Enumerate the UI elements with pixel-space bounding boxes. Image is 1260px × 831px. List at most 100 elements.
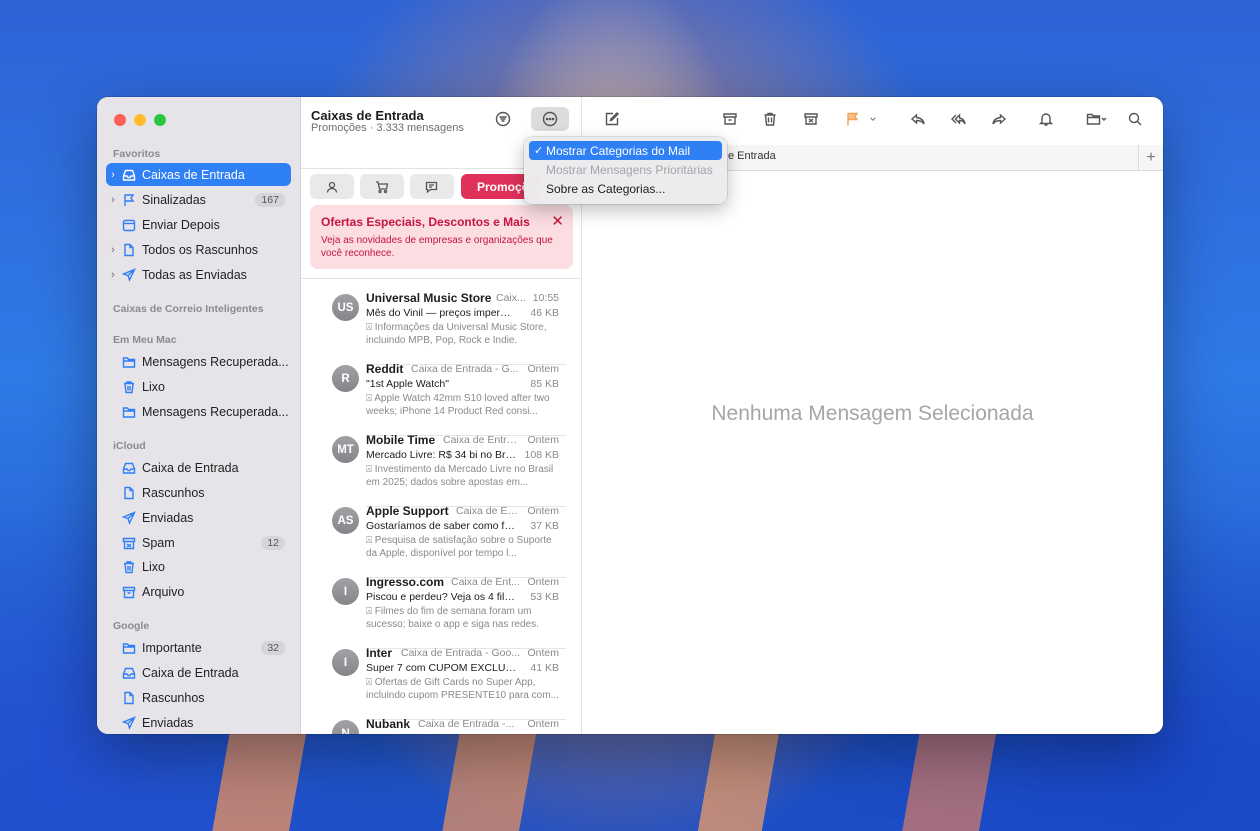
chevron-right-icon[interactable]: ›	[106, 244, 120, 256]
more-options-button[interactable]	[531, 107, 569, 131]
reply-icon	[910, 113, 925, 125]
message-preview-text: Informações da Universal Music Store, in…	[366, 322, 547, 346]
junk-icon	[804, 113, 818, 125]
zoom-window-button[interactable]	[154, 114, 166, 126]
message-mailbox: Caixa de Entrada -...	[418, 718, 515, 730]
summary-icon: ⍓	[366, 606, 375, 617]
sidebar-item-mensagens-recuperadas-2[interactable]: Mensagens Recuperada...	[106, 400, 291, 423]
message-row[interactable]: R Reddit Caixa de Entrada - G... Ontem "…	[301, 362, 581, 436]
tray-icon	[122, 168, 136, 182]
sidebar-item-icloud-enviadas[interactable]: Enviadas	[106, 506, 291, 529]
sidebar-item-google-caixa-de-entrada[interactable]: Caixa de Entrada	[106, 661, 291, 684]
message-sender: Reddit	[366, 362, 404, 376]
sidebar-item-google-rascunhos[interactable]: Rascunhos	[106, 686, 291, 709]
forward-icon	[992, 113, 1007, 125]
new-tab-button[interactable]: +	[1138, 145, 1163, 170]
message-mailbox: Caixa de Ent...	[451, 576, 520, 588]
compose-button[interactable]	[598, 107, 626, 131]
message-row[interactable]: N Nubank Caixa de Entrada -... Ontem	[301, 717, 581, 734]
junk-button[interactable]	[797, 107, 825, 131]
message-time: 10:55	[532, 292, 559, 304]
close-icon[interactable]: ✕	[551, 212, 564, 230]
sidebar-item-icloud-spam[interactable]: Spam 12	[106, 531, 291, 554]
sidebar-item-label: Enviadas	[142, 715, 194, 730]
wallpaper-rays	[0, 731, 1260, 831]
promo-card-text: Veja as novidades de empresas e organiza…	[321, 235, 553, 259]
sidebar-item-icloud-lixo[interactable]: Lixo	[106, 555, 291, 578]
promo-card-title: Ofertas Especiais, Descontos e Mais	[321, 215, 530, 229]
flag-icon	[122, 193, 136, 207]
section-em-meu-mac: Em Meu Mac	[113, 334, 177, 346]
flag-button[interactable]	[839, 107, 867, 131]
message-preview: ⍓ Informações da Universal Music Store, …	[366, 322, 561, 347]
close-window-button[interactable]	[114, 114, 126, 126]
section-icloud: iCloud	[113, 440, 146, 452]
bell-icon	[1038, 113, 1054, 126]
chevron-right-icon[interactable]: ›	[106, 169, 120, 181]
delete-button[interactable]	[756, 107, 784, 131]
document-icon	[122, 691, 136, 705]
no-message-selected-text: Nenhuma Mensagem Selecionada	[711, 402, 1034, 425]
message-time: Ontem	[527, 576, 559, 588]
category-personal-button[interactable]	[310, 174, 354, 199]
sidebar-item-mensagens-recuperadas-1[interactable]: Mensagens Recuperada...	[106, 350, 291, 373]
sidebar-item-label: Caixas de Entrada	[142, 167, 245, 182]
message-row[interactable]: AS Apple Support Caixa de En... Ontem Go…	[301, 504, 581, 578]
message-row[interactable]: MT Mobile Time Caixa de Entra... Ontem M…	[301, 433, 581, 507]
sidebar-item-icloud-caixa-de-entrada[interactable]: Caixa de Entrada	[106, 456, 291, 479]
move-to-mailbox-button[interactable]	[1080, 107, 1114, 131]
message-row[interactable]: I Inter Caixa de Entrada - Goo... Ontem …	[301, 646, 581, 720]
notifications-button[interactable]	[1032, 107, 1060, 131]
mailbox-title: Caixas de Entrada	[311, 108, 424, 123]
menu-item-sobre-categorias[interactable]: Sobre as Categorias...	[529, 179, 722, 198]
message-row[interactable]: US Universal Music Store Caix... 10:55 M…	[301, 291, 581, 365]
avatar: N	[332, 720, 359, 734]
reply-all-icon	[951, 113, 966, 125]
folder-icon	[122, 355, 136, 369]
card-divider	[301, 278, 581, 279]
message-preview-text: Apple Watch 42mm S10 loved after two wee…	[366, 393, 550, 417]
sidebar-item-todas-as-enviadas[interactable]: › Todas as Enviadas	[106, 263, 291, 286]
sidebar-item-caixas-de-entrada[interactable]: › Caixas de Entrada	[106, 163, 291, 186]
sidebar-item-label: Enviar Depois	[142, 217, 220, 232]
flag-menu-chevron[interactable]	[866, 107, 880, 131]
sidebar-item-todos-os-rascunhos[interactable]: › Todos os Rascunhos	[106, 238, 291, 261]
folder-icon	[122, 405, 136, 419]
window-controls	[114, 114, 166, 126]
menu-item-label: Mostrar Categorias do Mail	[546, 143, 691, 158]
sidebar-item-google-enviadas[interactable]: Enviadas	[106, 711, 291, 734]
message-size: 108 KB	[524, 449, 559, 461]
sidebar-item-icloud-arquivo[interactable]: Arquivo	[106, 580, 291, 603]
filter-button[interactable]	[489, 107, 517, 131]
menu-item-mostrar-categorias[interactable]: ✓ Mostrar Categorias do Mail	[529, 141, 722, 160]
forward-button[interactable]	[985, 107, 1013, 131]
mailbox-subtitle: Promoções · 3.333 mensagens	[311, 122, 464, 134]
message-preview: ⍓ Pesquisa de satisfação sobre o Suporte…	[366, 535, 561, 560]
message-mailbox: Caix...	[496, 292, 526, 304]
category-transactions-button[interactable]	[360, 174, 404, 199]
section-google: Google	[113, 620, 150, 632]
tab-caixa-de-entrada[interactable]: e Entrada	[728, 150, 776, 162]
sidebar-item-label: Spam	[142, 535, 175, 550]
message-time: Ontem	[527, 434, 559, 446]
reply-button[interactable]	[904, 107, 932, 131]
search-button[interactable]	[1121, 107, 1149, 131]
category-updates-button[interactable]	[410, 174, 454, 199]
chevron-right-icon[interactable]: ›	[106, 269, 120, 281]
archive-button[interactable]	[716, 107, 744, 131]
document-icon	[122, 243, 136, 257]
sidebar-item-google-importante[interactable]: Importante 32	[106, 636, 291, 659]
paperplane-icon	[122, 510, 136, 525]
minimize-window-button[interactable]	[134, 114, 146, 126]
message-sender: Apple Support	[366, 504, 449, 518]
sidebar-item-sinalizadas[interactable]: › Sinalizadas 167	[106, 188, 291, 211]
chevron-right-icon[interactable]: ›	[106, 194, 120, 206]
reply-all-button[interactable]	[945, 107, 973, 131]
sidebar-item-lixo-mac[interactable]: Lixo	[106, 375, 291, 398]
compose-icon	[605, 112, 619, 126]
message-row[interactable]: I Ingresso.com Caixa de Ent... Ontem Pis…	[301, 575, 581, 649]
sidebar-item-enviar-depois[interactable]: Enviar Depois	[106, 213, 291, 236]
sidebar-item-icloud-rascunhos[interactable]: Rascunhos	[106, 481, 291, 504]
folder-icon	[1086, 113, 1107, 125]
message-mailbox: Caixa de Entrada - G...	[411, 363, 519, 375]
